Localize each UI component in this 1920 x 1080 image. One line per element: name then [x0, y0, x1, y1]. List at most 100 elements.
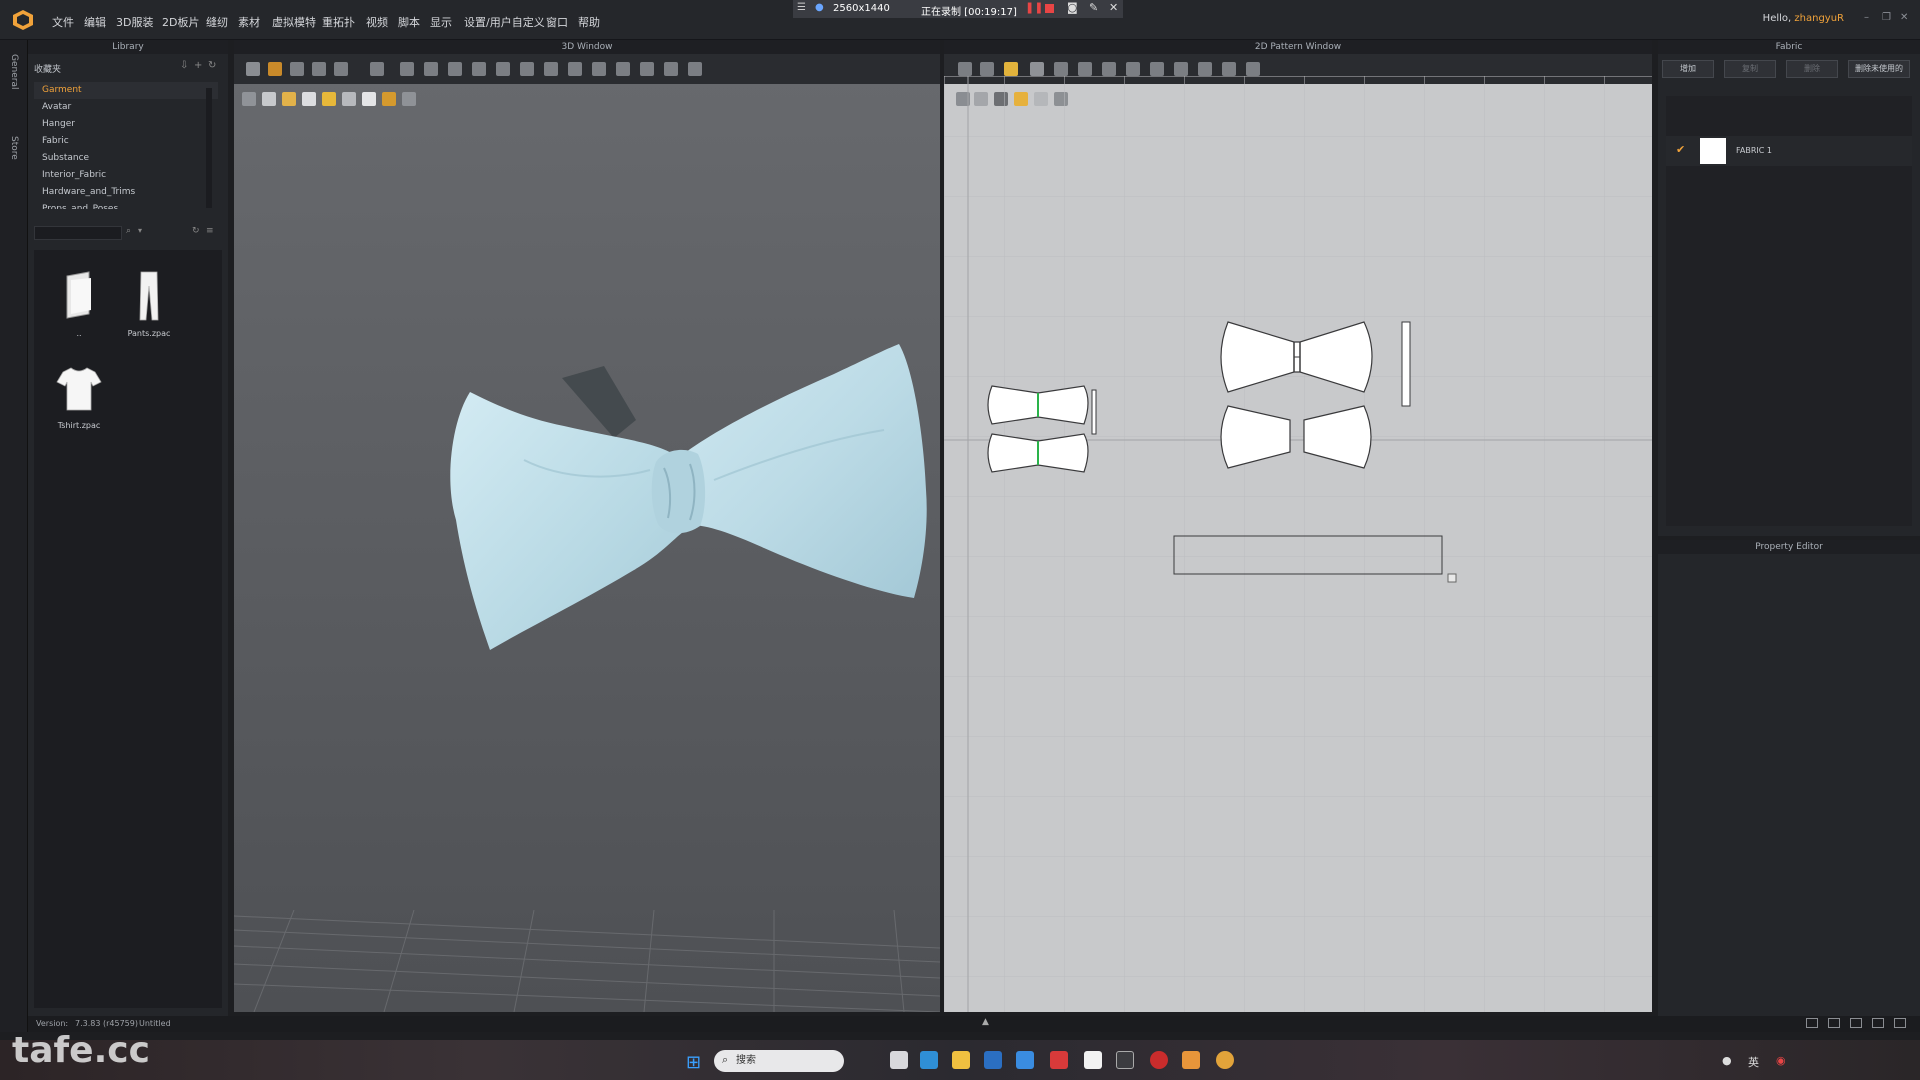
pen-icon[interactable]: ✎	[1089, 1, 1098, 14]
stop-icon[interactable]	[1045, 4, 1054, 13]
line-tool-icon[interactable]	[496, 62, 510, 76]
internal-line-icon[interactable]	[1078, 62, 1092, 76]
qq-icon[interactable]	[1084, 1051, 1102, 1069]
pin-tool-icon[interactable]	[290, 62, 304, 76]
3d-window[interactable]: 3D Window	[234, 40, 940, 1012]
pleat-icon[interactable]	[1198, 62, 1212, 76]
bowtie-3d-model[interactable]	[414, 330, 954, 670]
chevron-up-icon[interactable]: ▲	[982, 1017, 989, 1027]
shading-icon[interactable]	[242, 92, 256, 106]
feishu-icon[interactable]	[1016, 1051, 1034, 1069]
ime-tray-icon[interactable]: 英	[1748, 1054, 1759, 1070]
tree-scrollbar[interactable]	[206, 88, 212, 208]
polygon-tool-icon[interactable]	[1004, 62, 1018, 76]
file-explorer-icon[interactable]	[952, 1051, 970, 1069]
tree-item-substance[interactable]: Substance	[34, 150, 218, 167]
layout-custom-icon[interactable]	[1894, 1018, 1906, 1028]
pause-icon[interactable]: ❚❚	[1025, 1, 1043, 14]
menu-2d-pattern[interactable]: 2D板片	[162, 14, 199, 30]
light-icon[interactable]	[362, 92, 376, 106]
ellipse-tool-icon[interactable]	[1054, 62, 1068, 76]
sphere-icon[interactable]	[382, 92, 396, 106]
fold-tool-icon[interactable]	[312, 62, 326, 76]
download-icon[interactable]: ⇩	[180, 60, 188, 71]
tree-item-props-and-poses[interactable]: Props_and_Poses	[34, 201, 218, 209]
menu-settings[interactable]: 设置/用户自定义	[464, 14, 545, 30]
segment-tool-icon[interactable]	[448, 62, 462, 76]
free-sewing-icon[interactable]	[1150, 62, 1164, 76]
chevron-down-icon[interactable]: ▾	[138, 226, 142, 235]
camera-icon[interactable]: ◙	[1067, 1, 1078, 14]
tab-store[interactable]: Store	[9, 136, 19, 160]
layout-split-icon[interactable]	[1828, 1018, 1840, 1028]
fit-tool-icon[interactable]	[592, 62, 606, 76]
button-tool-icon[interactable]	[544, 62, 558, 76]
topstitch-tool-icon[interactable]	[664, 62, 678, 76]
file-item-pants[interactable]: Pants.zpac	[114, 270, 184, 338]
move-tool-icon[interactable]	[268, 62, 282, 76]
layout-quad-icon[interactable]	[1872, 1018, 1884, 1028]
tree-item-hardware-and-trims[interactable]: Hardware_and_Trims	[34, 184, 218, 201]
store-icon[interactable]	[984, 1051, 1002, 1069]
2d-pattern-window[interactable]: 2D Pattern Window	[944, 40, 1652, 1012]
check-sewing-icon[interactable]	[1174, 62, 1188, 76]
add-icon[interactable]: +	[194, 60, 202, 71]
puckering-tool-icon[interactable]	[616, 62, 630, 76]
pattern-canvas[interactable]	[944, 76, 1652, 1012]
app-tray-icon[interactable]: ◉	[1776, 1054, 1786, 1067]
transform-pattern-icon[interactable]	[958, 62, 972, 76]
menu-3d-garment[interactable]: 3D服装	[116, 14, 153, 30]
menu-avatar[interactable]: 虚拟模特	[272, 14, 316, 30]
zipper-tool-icon[interactable]	[568, 62, 582, 76]
tree-item-interior-fabric[interactable]: Interior_Fabric	[34, 167, 218, 184]
measure-tool-icon[interactable]	[400, 62, 414, 76]
user-greeting[interactable]: Hello, zhangyuR	[1763, 13, 1844, 24]
rectangle-tool-icon[interactable]	[1030, 62, 1044, 76]
minimize-icon[interactable]: –	[1864, 12, 1869, 23]
segment-sewing-icon[interactable]	[1126, 62, 1140, 76]
microphone-icon[interactable]: ●	[815, 2, 824, 13]
recorder-icon[interactable]	[1116, 1051, 1134, 1069]
select-tool-icon[interactable]	[246, 62, 260, 76]
menu-edit[interactable]: 编辑	[84, 14, 106, 30]
edge-browser-icon[interactable]	[920, 1051, 938, 1069]
edit-pattern-icon[interactable]	[980, 62, 994, 76]
menu-display[interactable]: 显示	[430, 14, 452, 30]
garment-display-icon[interactable]	[262, 92, 276, 106]
skin-tool-icon[interactable]	[688, 62, 702, 76]
delete-fabric-button[interactable]: 删除	[1786, 60, 1838, 78]
record-app-icon[interactable]	[1150, 1051, 1168, 1069]
tree-item-garment[interactable]: Garment	[34, 82, 218, 99]
ruler-icon[interactable]	[1222, 62, 1236, 76]
menu-retopology[interactable]: 重拓扑	[322, 14, 355, 30]
restore-icon[interactable]: ❐	[1882, 12, 1891, 23]
search-icon[interactable]: ⌕	[126, 226, 131, 236]
pressure-icon[interactable]	[342, 92, 356, 106]
elastic-tool-icon[interactable]	[640, 62, 654, 76]
tree-item-avatar[interactable]: Avatar	[34, 99, 218, 116]
taskbar-search-input[interactable]: 搜索	[714, 1050, 844, 1072]
menu-materials[interactable]: 素材	[238, 14, 260, 30]
texture-icon[interactable]	[282, 92, 296, 106]
pattern-piece-small-band[interactable]	[1091, 389, 1097, 435]
copy-fabric-button[interactable]: 复制	[1724, 60, 1776, 78]
blender-icon[interactable]	[1216, 1051, 1234, 1069]
menu-file[interactable]: 文件	[52, 14, 74, 30]
hanger-icon[interactable]	[402, 92, 416, 106]
windows-start-icon[interactable]: ⊞	[686, 1052, 701, 1073]
window-close-icon[interactable]: ✕	[1900, 12, 1908, 23]
pattern-piece-large-band[interactable]	[1401, 321, 1411, 407]
library-search-input[interactable]	[34, 226, 122, 240]
add-fabric-button[interactable]: 增加	[1662, 60, 1714, 78]
avatar-display-icon[interactable]	[302, 92, 316, 106]
close-icon[interactable]: ✕	[1109, 1, 1118, 14]
dart-tool-icon[interactable]	[1102, 62, 1116, 76]
clo3d-taskbar-icon[interactable]	[1182, 1051, 1200, 1069]
sewing-tool-icon[interactable]	[472, 62, 486, 76]
thickness-icon[interactable]	[322, 92, 336, 106]
layout-triple-icon[interactable]	[1850, 1018, 1862, 1028]
tree-item-hanger[interactable]: Hanger	[34, 116, 218, 133]
menu-help[interactable]: 帮助	[578, 14, 600, 30]
task-view-icon[interactable]	[890, 1051, 908, 1069]
layout-single-icon[interactable]	[1806, 1018, 1818, 1028]
